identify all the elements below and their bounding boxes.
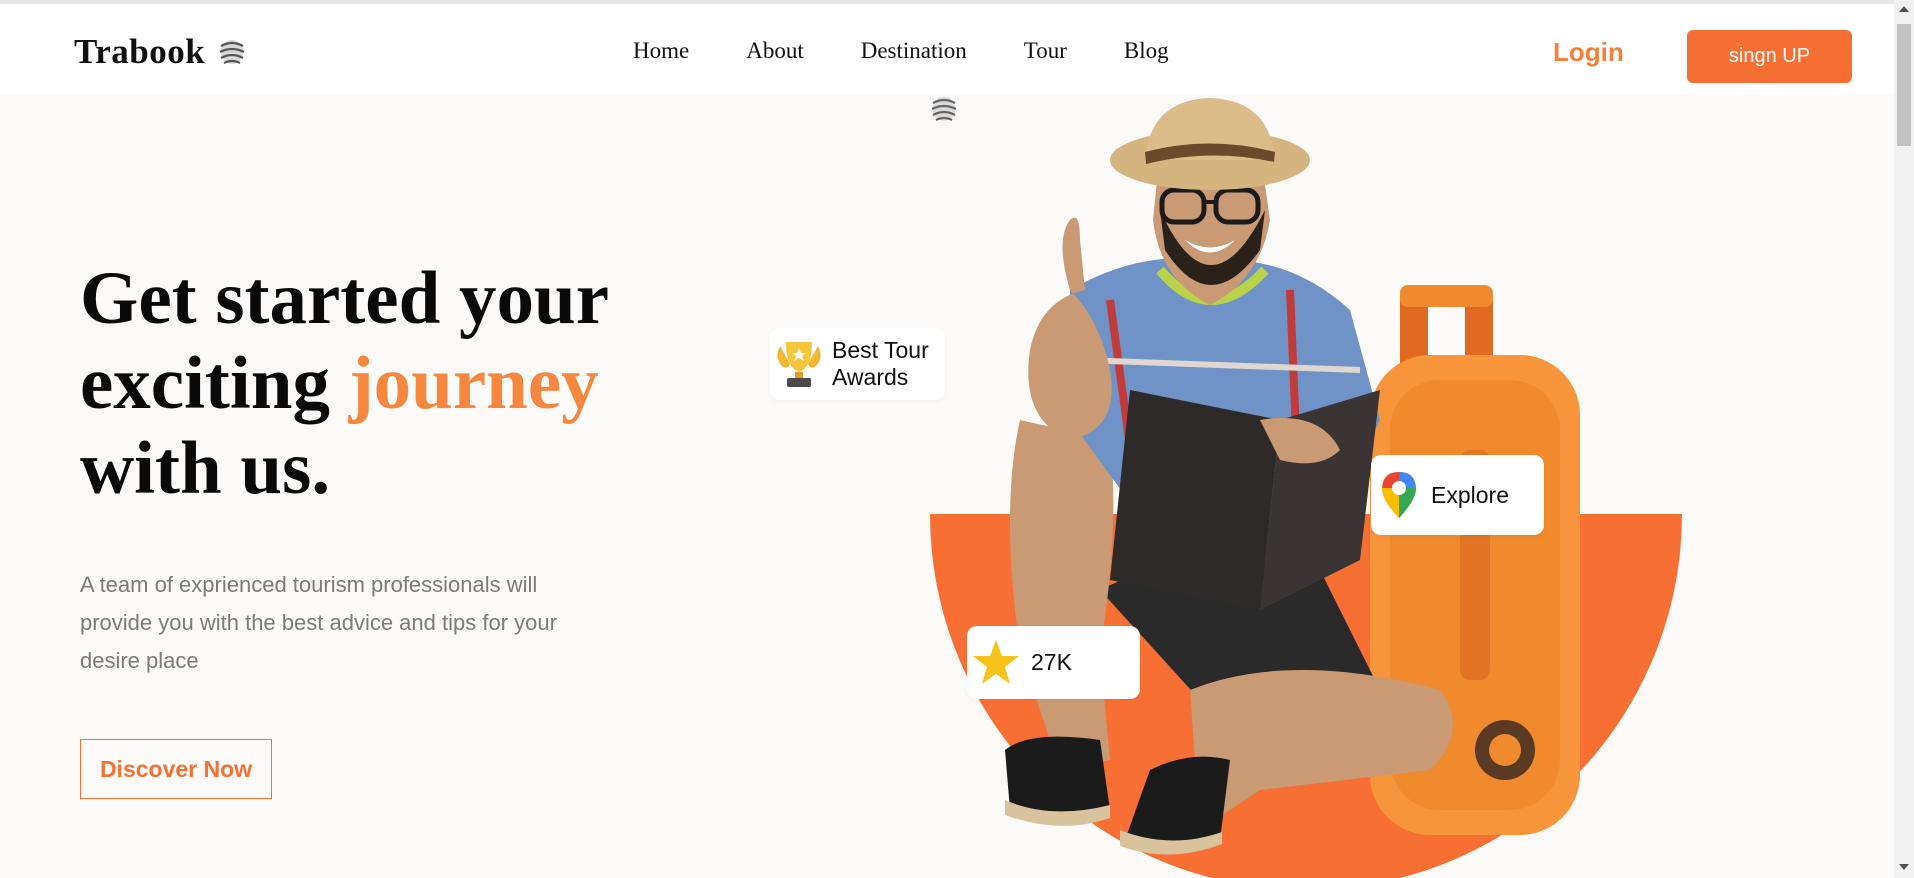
scroll-up-arrow-icon[interactable]	[1899, 6, 1909, 12]
scrollbar-thumb[interactable]	[1897, 24, 1911, 146]
rating-badge: 27K	[967, 626, 1140, 699]
signup-button[interactable]: singn UP	[1687, 30, 1852, 83]
star-icon	[973, 639, 1019, 684]
nav-link-tour[interactable]: Tour	[1024, 38, 1067, 64]
main-nav: Home About Destination Tour Blog	[633, 38, 1226, 64]
brand-name: Trabook	[74, 32, 206, 71]
trophy-icon	[777, 342, 821, 387]
discover-now-button[interactable]: Discover Now	[80, 739, 272, 799]
scroll-down-arrow-icon[interactable]	[1899, 864, 1909, 870]
award-badge: Best Tour Awards	[770, 328, 945, 400]
hero-description: A team of exprienced tourism professiona…	[80, 572, 557, 673]
page-scrollbar[interactable]	[1894, 0, 1914, 878]
map-pin-icon	[1382, 472, 1416, 518]
award-text: Best Tour Awards	[832, 337, 929, 391]
nav-link-blog[interactable]: Blog	[1124, 38, 1169, 64]
nav-link-home[interactable]: Home	[633, 38, 689, 64]
login-link[interactable]: Login	[1553, 37, 1624, 68]
hero-title-part2: with us.	[80, 427, 331, 510]
navbar: Trabook Home About Destination Tour Blog…	[0, 4, 1894, 94]
nav-link-destination[interactable]: Destination	[861, 38, 967, 64]
explore-badge[interactable]: Explore	[1371, 455, 1544, 535]
hero-title: Get started your exciting journey with u…	[80, 256, 720, 511]
award-line1: Best Tour	[832, 337, 929, 363]
hero-title-accent: journey	[348, 342, 599, 425]
rating-label: 27K	[1031, 649, 1072, 675]
brand-logo[interactable]: Trabook	[74, 32, 247, 72]
nav-link-about[interactable]: About	[746, 38, 804, 64]
globe-logo-icon	[219, 40, 245, 64]
globe-decoration-icon	[931, 97, 957, 121]
award-line2: Awards	[832, 364, 909, 390]
explore-label: Explore	[1431, 481, 1509, 508]
